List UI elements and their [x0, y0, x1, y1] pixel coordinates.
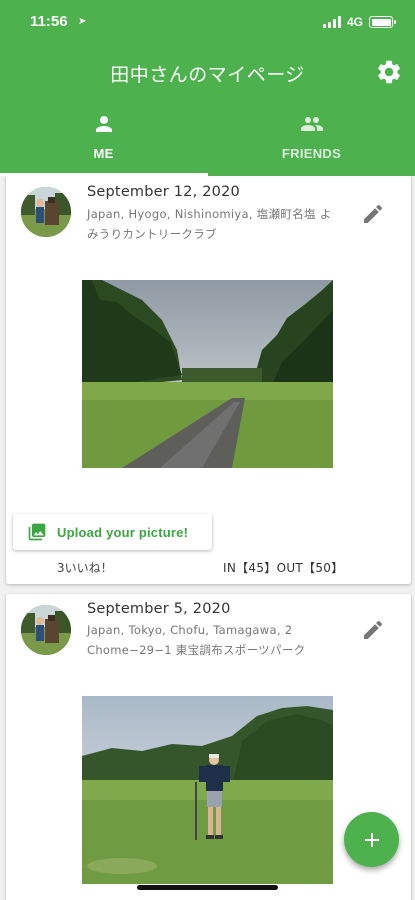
tab-bar: ME FRIENDS — [0, 108, 415, 176]
tab-me-label: ME — [93, 146, 114, 161]
edit-icon[interactable] — [361, 202, 385, 226]
post-date: September 12, 2020 — [87, 184, 240, 200]
post-card: September 12, 2020 Japan, Hyogo, Nishino… — [6, 176, 411, 584]
edit-icon[interactable] — [361, 618, 385, 642]
tab-friends[interactable]: FRIENDS — [208, 108, 415, 176]
group-icon — [300, 117, 323, 131]
photo-library-icon — [28, 523, 46, 541]
status-bar: 11:56 ➤ 4G — [0, 12, 415, 34]
tab-me[interactable]: ME — [0, 108, 207, 176]
post-location: Japan, Hyogo, Nishinomiya, 塩瀬町名塩 よみうりカント… — [87, 207, 332, 241]
signal-icon — [322, 16, 341, 28]
upload-picture-button[interactable]: Upload your picture! — [13, 514, 212, 550]
add-post-button[interactable] — [344, 812, 399, 867]
upload-picture-label: Upload your picture! — [57, 524, 189, 540]
status-time: 11:56 — [30, 13, 68, 30]
post-date: September 5, 2020 — [87, 601, 231, 617]
tab-friends-label: FRIENDS — [281, 146, 342, 161]
likes-count[interactable]: 3いいね！ — [57, 559, 113, 576]
post-photo[interactable] — [82, 280, 333, 468]
app-bar: 11:56 ➤ 4G 田中さんのマイページ ME FRIENDS — [0, 0, 415, 176]
person-icon — [95, 116, 112, 132]
battery-icon — [369, 16, 396, 28]
avatar[interactable] — [21, 187, 71, 237]
plus-icon — [364, 832, 379, 847]
home-indicator — [137, 885, 278, 890]
post-photo[interactable] — [82, 696, 333, 884]
post-location: Japan, Tokyo, Chofu, Tamagawa, 2 Chome−2… — [87, 623, 306, 657]
page-title: 田中さんのマイページ — [110, 64, 305, 86]
gear-icon[interactable] — [375, 58, 403, 86]
avatar[interactable] — [21, 605, 71, 655]
feed[interactable]: September 12, 2020 Japan, Hyogo, Nishino… — [0, 176, 415, 900]
score-summary: IN【45】OUT【50】 — [223, 561, 344, 575]
location-arrow-icon: ➤ — [78, 16, 87, 27]
network-type: 4G — [346, 15, 363, 29]
